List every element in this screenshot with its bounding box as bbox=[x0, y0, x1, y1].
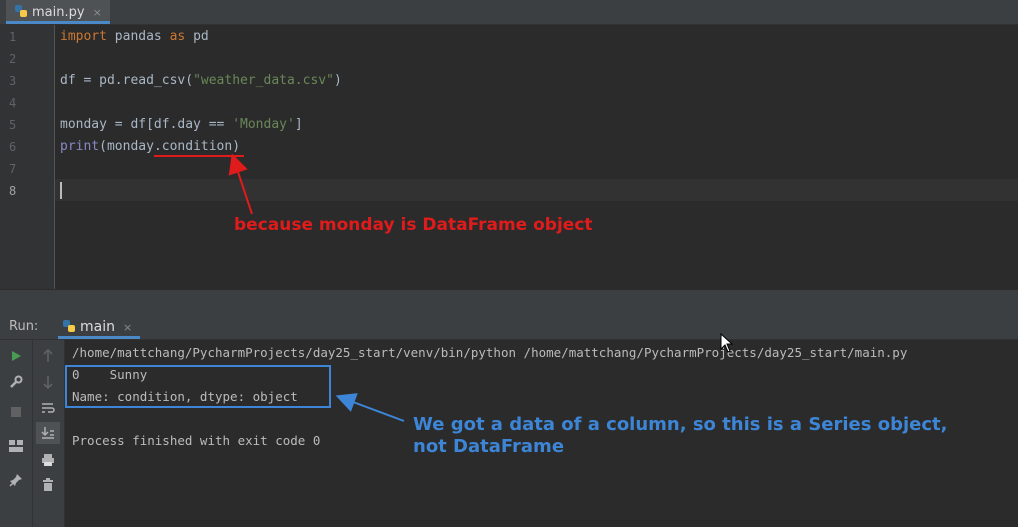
builtin-function: print bbox=[60, 139, 100, 154]
code-line-3[interactable]: df = pd.read_csv("weather_data.csv") bbox=[60, 73, 342, 88]
keyword: as bbox=[169, 29, 186, 44]
code-text: (monday bbox=[99, 139, 154, 154]
code-text: ) bbox=[232, 139, 241, 154]
line-number: 2 bbox=[9, 52, 17, 66]
keyword: import bbox=[60, 29, 107, 44]
run-label: Run: bbox=[9, 319, 39, 334]
line-number: 1 bbox=[9, 30, 17, 44]
wrench-icon[interactable] bbox=[6, 372, 26, 392]
arrow-up-icon[interactable] bbox=[38, 346, 58, 366]
tab-label: main.py bbox=[32, 4, 85, 20]
print-icon[interactable] bbox=[38, 450, 58, 470]
code-text: pd bbox=[185, 29, 209, 44]
line-number: 7 bbox=[9, 162, 17, 176]
code-text: monday = df[df.day == bbox=[60, 117, 233, 132]
line-number-current: 8 bbox=[9, 184, 17, 198]
code-text: df = pd.read_csv( bbox=[60, 73, 194, 88]
mouse-cursor-icon bbox=[720, 332, 734, 357]
text-caret bbox=[60, 182, 62, 199]
code-line-5[interactable]: monday = df[df.day == 'Monday'] bbox=[60, 117, 303, 132]
pin-icon[interactable] bbox=[6, 470, 26, 490]
scroll-to-end-icon[interactable] bbox=[36, 422, 60, 444]
run-panel-header: Run: main × bbox=[0, 315, 1018, 340]
line-number: 6 bbox=[9, 140, 17, 154]
soft-wrap-icon[interactable] bbox=[38, 398, 58, 418]
active-tab-indicator bbox=[6, 21, 110, 24]
string-literal: "weather_data.csv" bbox=[193, 73, 334, 88]
code-text: ) bbox=[333, 73, 342, 88]
red-annotation: because monday is DataFrame object bbox=[234, 215, 593, 235]
code-text: pandas bbox=[106, 29, 170, 44]
trash-icon[interactable] bbox=[38, 475, 58, 495]
current-line-highlight bbox=[55, 179, 1018, 201]
blue-annotation: We got a data of a column, so this is a … bbox=[413, 414, 947, 458]
run-toolbar-primary bbox=[0, 340, 33, 527]
arrow-down-icon[interactable] bbox=[38, 372, 58, 392]
run-tab-label: main bbox=[80, 319, 115, 335]
blue-annotation-line: not DataFrame bbox=[413, 436, 565, 457]
blue-annotation-line: We got a data of a column, so this is a … bbox=[413, 414, 948, 435]
code-text-underlined: .condition bbox=[153, 139, 233, 154]
editor-tab-bar: main.py × bbox=[0, 0, 1018, 25]
line-number: 5 bbox=[9, 118, 17, 132]
panel-divider[interactable] bbox=[0, 289, 1018, 316]
line-number-gutter: 1 2 3 4 5 6 7 8 bbox=[0, 25, 55, 289]
close-icon[interactable]: × bbox=[123, 321, 132, 334]
active-run-tab-indicator bbox=[58, 336, 140, 339]
code-text: ] bbox=[294, 117, 303, 132]
python-icon bbox=[14, 3, 28, 22]
stop-icon[interactable] bbox=[6, 402, 26, 422]
code-editor[interactable]: 1 2 3 4 5 6 7 8 import pandas as pd df =… bbox=[0, 25, 1018, 289]
layout-icon[interactable] bbox=[6, 436, 26, 456]
highlight-box bbox=[65, 365, 331, 408]
string-literal: 'Monday' bbox=[232, 117, 295, 132]
line-number: 4 bbox=[9, 96, 17, 110]
play-icon[interactable] bbox=[6, 346, 26, 366]
python-icon bbox=[62, 318, 76, 337]
console-command: /home/mattchang/PycharmProjects/day25_st… bbox=[72, 345, 908, 360]
run-toolbar-secondary bbox=[33, 340, 65, 527]
close-icon[interactable]: × bbox=[93, 6, 102, 19]
code-line-6[interactable]: print(monday.condition) bbox=[60, 139, 240, 154]
code-line-1[interactable]: import pandas as pd bbox=[60, 29, 209, 44]
console-exit-message: Process finished with exit code 0 bbox=[72, 433, 321, 448]
line-number: 3 bbox=[9, 74, 17, 88]
